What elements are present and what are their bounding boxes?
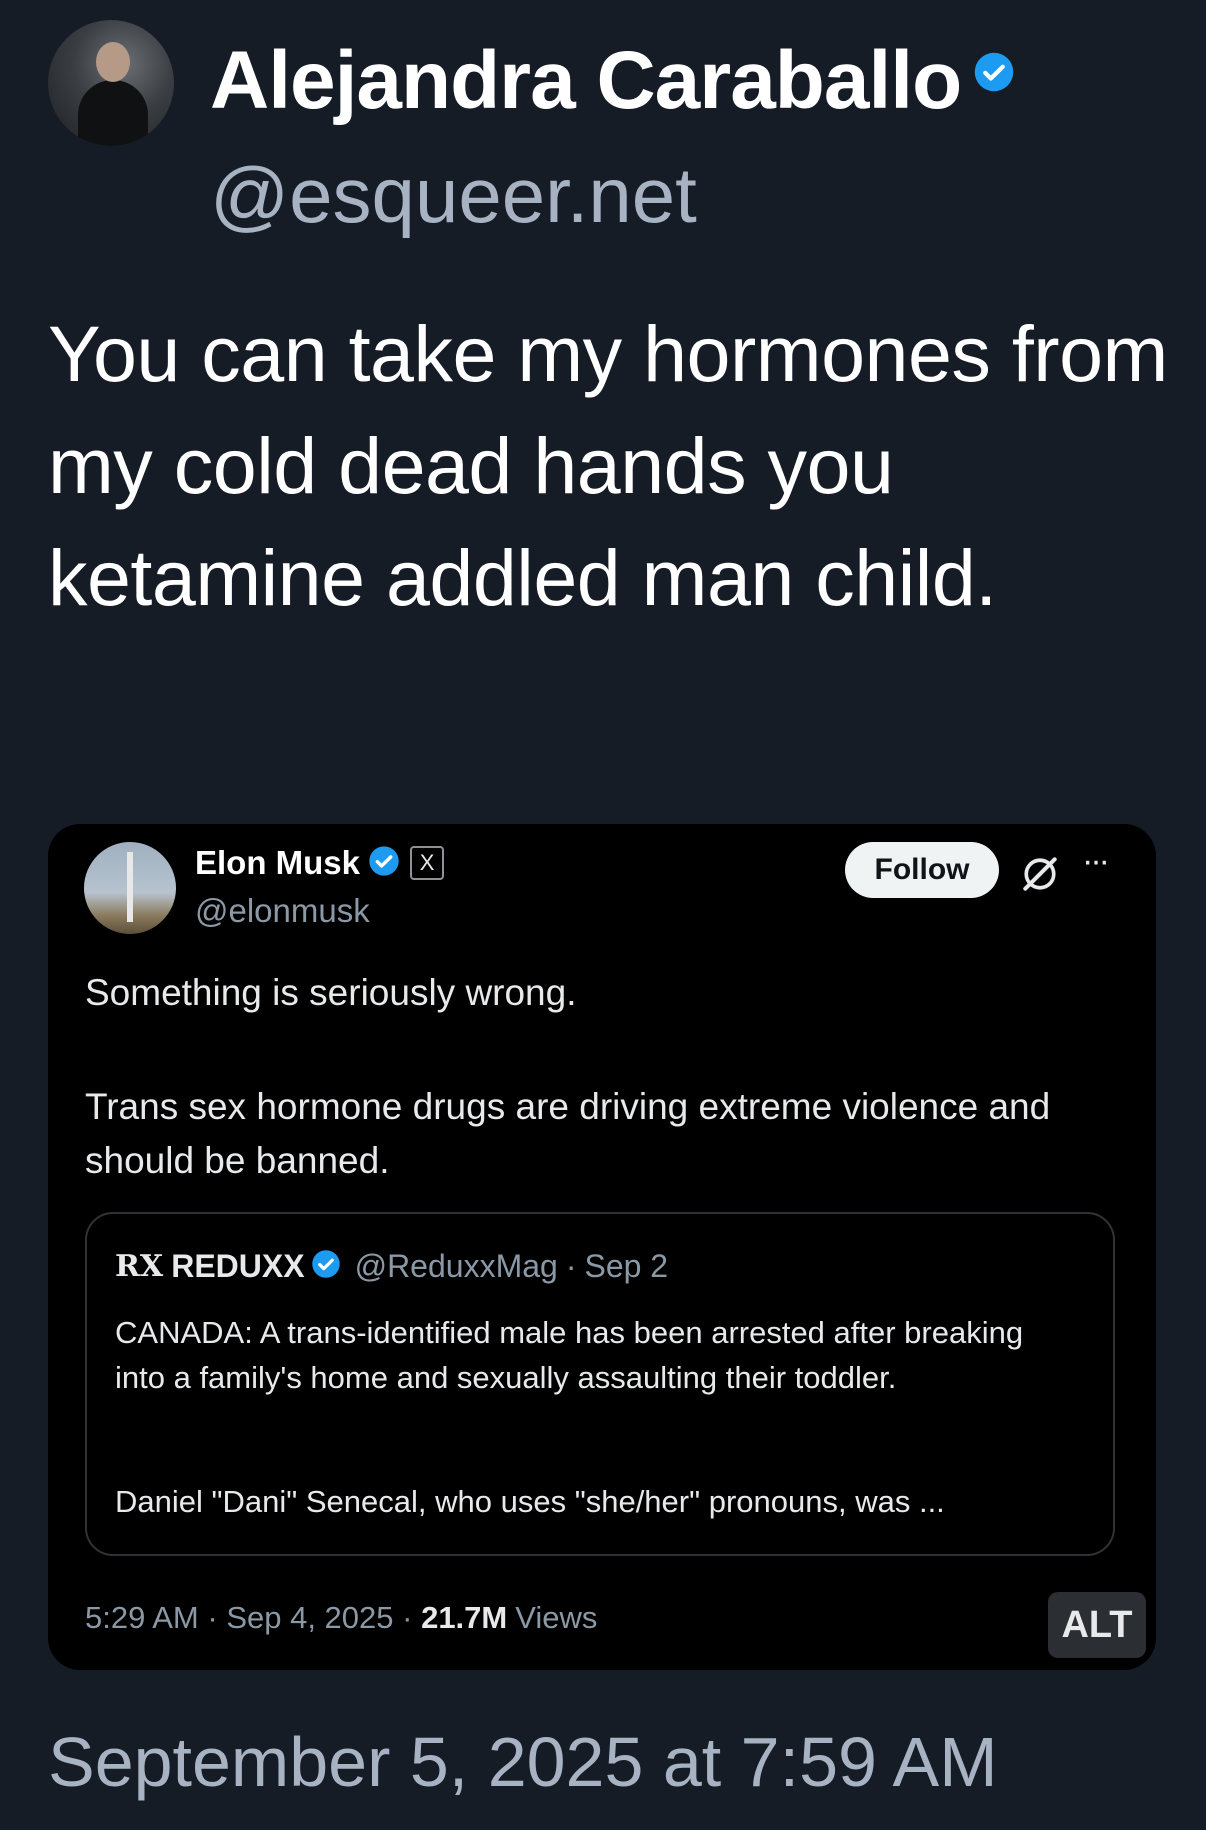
verified-badge-icon	[973, 51, 1015, 98]
nested-post-date: Sep 2	[584, 1248, 669, 1284]
dot-separator: ·	[565, 1248, 577, 1284]
quoted-post-card[interactable]: Elon Musk X @elonmusk Follow ··· Somethi…	[48, 824, 1156, 1670]
nested-author-handle[interactable]: @ReduxxMag	[355, 1248, 558, 1285]
elon-avatar[interactable]	[84, 842, 176, 934]
author-name-row: Alejandra Caraballo	[210, 40, 1015, 122]
avatar-rocket	[127, 852, 133, 922]
author-avatar[interactable]	[48, 20, 174, 146]
quoted-name-row: Elon Musk X	[195, 844, 445, 882]
quoted-post-meta: 5:29 AM · Sep 4, 2025 · 21.7M Views	[85, 1600, 597, 1636]
nested-quote-card[interactable]: RX REDUXX @ReduxxMag · Sep 2 CANADA: A t…	[85, 1212, 1115, 1556]
nested-text-1: CANADA: A trans-identified male has been…	[115, 1315, 1024, 1395]
grok-icon[interactable]	[1018, 852, 1062, 896]
dot-separator: ·	[393, 1600, 422, 1635]
more-options-icon[interactable]: ···	[1082, 842, 1110, 881]
post-text: You can take my hormones from my cold de…	[48, 309, 1168, 622]
nested-quote-header: RX REDUXX @ReduxxMag · Sep 2	[115, 1248, 668, 1285]
author-handle[interactable]: @esqueer.net	[210, 156, 697, 234]
quoted-text-line1: Something is seriously wrong.	[85, 972, 577, 1013]
quoted-author-name[interactable]: Elon Musk	[195, 844, 360, 882]
post-author: Alejandra Caraballo @esqueer.net	[48, 20, 1158, 240]
verified-badge-icon	[311, 1249, 341, 1284]
views-label: Views	[515, 1600, 598, 1635]
x-affiliation-icon: X	[410, 846, 445, 880]
post-timestamp: September 5, 2025 at 7:59 AM	[48, 1723, 998, 1801]
nested-author-name[interactable]: REDUXX	[171, 1248, 304, 1285]
quoted-text-line2: Trans sex hormone drugs are driving extr…	[85, 1086, 1051, 1181]
author-name[interactable]: Alejandra Caraballo	[210, 40, 962, 122]
follow-button[interactable]: Follow	[845, 842, 999, 898]
avatar-figure-head	[96, 42, 130, 82]
reduxx-logo-icon: RX	[115, 1249, 164, 1284]
avatar-figure-body	[78, 80, 148, 146]
dot-separator: ·	[198, 1600, 227, 1635]
verified-badge-icon	[368, 845, 400, 882]
quoted-date: Sep 4, 2025	[226, 1600, 394, 1635]
nested-text-2: Daniel "Dani" Senecal, who uses "she/her…	[115, 1484, 945, 1519]
alt-text-badge[interactable]: ALT	[1048, 1592, 1146, 1658]
quoted-time: 5:29 AM	[85, 1600, 199, 1635]
views-count: 21.7M	[421, 1600, 508, 1635]
quoted-author-handle[interactable]: @elonmusk	[195, 892, 370, 930]
